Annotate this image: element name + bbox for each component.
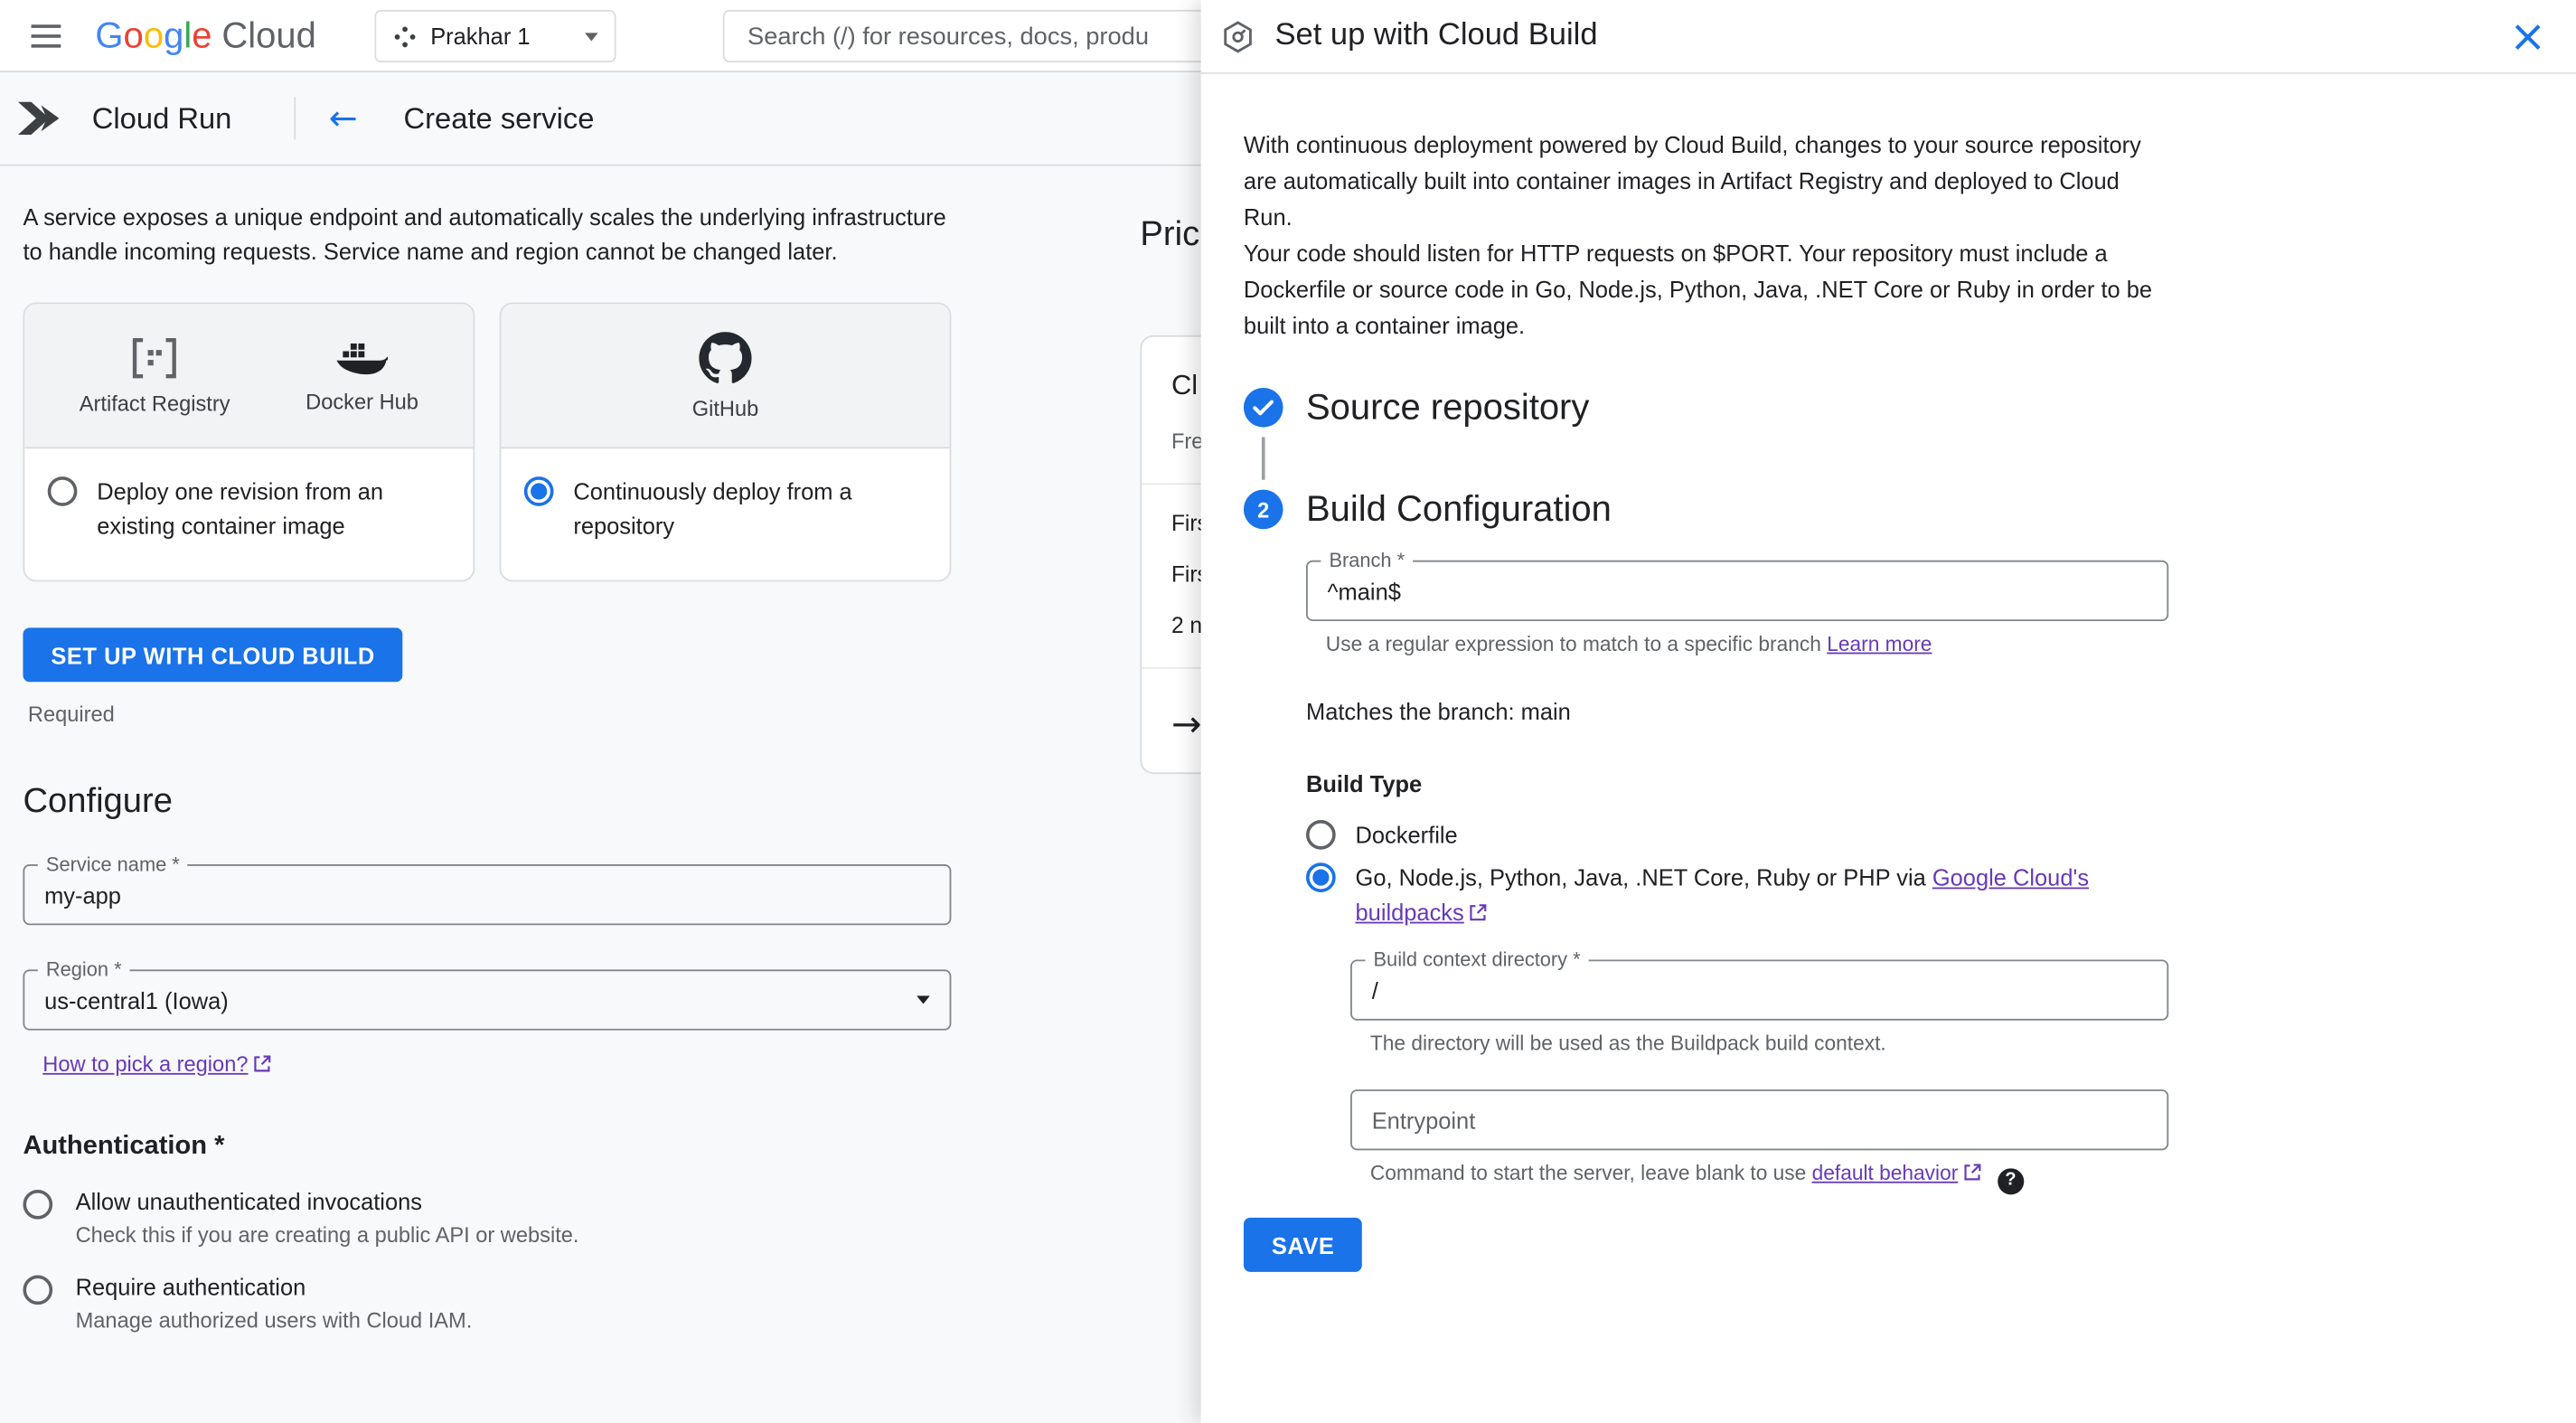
- continuous-deploy-radio[interactable]: [523, 476, 554, 506]
- buildpacks-radio[interactable]: [1305, 862, 1336, 892]
- auth-option-label[interactable]: Require authentication: [76, 1274, 473, 1300]
- matches-branch-text: Matches the branch: main: [1305, 698, 1571, 725]
- dockerfile-radio[interactable]: [1305, 819, 1336, 850]
- docker-hub-icon: [337, 343, 389, 375]
- allow-unauthenticated-radio[interactable]: [23, 1189, 53, 1220]
- required-note: Required: [27, 702, 115, 727]
- service-name-field: Service name *: [23, 851, 952, 926]
- continuous-deploy-card: GitHub Continuously deploy from a reposi…: [499, 302, 952, 582]
- chevron-down-icon: [585, 32, 598, 41]
- region-select[interactable]: us-central1 (Iowa): [23, 969, 952, 1031]
- step2-title: Build Configuration: [1305, 487, 1612, 530]
- branch-field: Branch *: [1305, 547, 2169, 622]
- build-type-dockerfile: Dockerfile: [1305, 818, 2534, 853]
- external-link-icon: [254, 1055, 271, 1072]
- branch-input[interactable]: [1305, 560, 2169, 622]
- service-name-label: Service name *: [37, 851, 188, 878]
- back-arrow-icon[interactable]: ←: [329, 99, 358, 138]
- auth-option-description: Check this if you are creating a public …: [75, 1222, 579, 1248]
- help-icon[interactable]: ?: [1997, 1167, 2024, 1194]
- entrypoint-field: [1350, 1089, 2169, 1151]
- build-context-field: Build context directory *: [1350, 946, 2169, 1021]
- page-title: Create service: [403, 100, 595, 135]
- build-type-buildpacks: Go, Node.js, Python, Java, .NET Core, Ru…: [1305, 861, 2534, 929]
- intro-text: A service exposes a unique endpoint and …: [23, 203, 946, 265]
- existing-image-option-label[interactable]: Deploy one revision from an existing con…: [97, 475, 450, 543]
- step2-number-badge: 2: [1243, 489, 1283, 530]
- project-picker[interactable]: Prakhar 1: [374, 9, 616, 63]
- save-button[interactable]: SAVE: [1243, 1217, 1363, 1272]
- step-source-repository: Source repository: [1243, 386, 2534, 429]
- continuous-deploy-option-label[interactable]: Continuously deploy from a repository: [573, 475, 926, 543]
- auth-option-require: Require authentication Manage authorized…: [23, 1274, 1126, 1333]
- cloud-build-icon: [1224, 20, 1252, 52]
- authentication-heading: Authentication *: [23, 1132, 225, 1161]
- branch-helper: Use a regular expression to match to a s…: [1325, 632, 1932, 656]
- cloud-build-panel: Set up with Cloud Build × With continuou…: [1200, 0, 2576, 1423]
- setup-cloud-build-button[interactable]: SET UP WITH CLOUD BUILD: [23, 627, 403, 683]
- branch-label: Branch *: [1321, 547, 1414, 574]
- existing-image-radio[interactable]: [47, 476, 78, 506]
- auth-option-label[interactable]: Allow unauthenticated invocations: [76, 1188, 579, 1214]
- main-menu-button[interactable]: [14, 3, 80, 69]
- require-authentication-radio[interactable]: [23, 1275, 53, 1305]
- close-panel-button[interactable]: ×: [2509, 14, 2546, 58]
- build-context-helper: The directory will be used as the Buildp…: [1369, 1032, 1886, 1055]
- artifact-registry-icon: [133, 337, 177, 378]
- panel-intro-1: With continuous deployment powered by Cl…: [1243, 131, 2141, 231]
- project-name: Prakhar 1: [430, 23, 531, 50]
- region-field: Region * us-central1 (Iowa): [23, 956, 952, 1031]
- configure-heading: Configure: [23, 782, 173, 820]
- existing-image-card: Artifact Registry Docker Hub Deploy one …: [23, 302, 475, 582]
- panel-intro-2: Your code should listen for HTTP request…: [1243, 240, 2153, 339]
- divider: [294, 97, 296, 140]
- region-label: Region *: [37, 956, 130, 983]
- menu-icon: [31, 24, 61, 27]
- chevron-down-icon: [917, 995, 930, 1004]
- docker-hub-label: Docker Hub: [306, 389, 418, 415]
- logo-cloud-text: Cloud: [221, 14, 316, 55]
- entrypoint-input[interactable]: [1350, 1089, 2169, 1151]
- create-service-form: A service exposes a unique endpoint and …: [0, 166, 1150, 1333]
- region-value: us-central1 (Iowa): [44, 986, 229, 1013]
- project-icon: [394, 25, 416, 47]
- artifact-registry-label: Artifact Registry: [79, 390, 230, 415]
- step-build-configuration: 2 Build Configuration: [1243, 487, 2534, 531]
- github-icon: [699, 331, 752, 382]
- screen: Google Cloud Prakhar 1 Cloud Run ← Creat…: [0, 0, 2576, 1423]
- build-type-label: Build Type: [1305, 770, 1423, 797]
- github-label: GitHub: [691, 395, 759, 420]
- auth-option-unauthenticated: Allow unauthenticated invocations Check …: [23, 1188, 1126, 1248]
- build-context-label: Build context directory *: [1365, 946, 1589, 974]
- cloud-run-icon: [17, 101, 60, 136]
- buildpacks-label[interactable]: Go, Node.js, Python, Java, .NET Core, Ru…: [1356, 861, 2092, 929]
- product-name[interactable]: Cloud Run: [92, 101, 232, 136]
- panel-title: Set up with Cloud Build: [1274, 17, 1598, 53]
- step1-title: Source repository: [1305, 386, 1590, 428]
- google-cloud-logo[interactable]: Google Cloud: [95, 14, 315, 56]
- auth-option-description: Manage authorized users with Cloud IAM.: [75, 1307, 473, 1333]
- deploy-source-cards: Artifact Registry Docker Hub Deploy one …: [23, 302, 1126, 582]
- dockerfile-label[interactable]: Dockerfile: [1356, 818, 1458, 853]
- external-link-icon: [1964, 1164, 1981, 1181]
- step-connector: [1261, 437, 1265, 480]
- entrypoint-helper: Command to start the server, leave blank…: [1370, 1160, 2534, 1194]
- logo-google-text: Google: [95, 14, 212, 55]
- region-help-link[interactable]: How to pick a region?: [42, 1051, 271, 1077]
- external-link-icon: [1470, 904, 1487, 921]
- default-behavior-link[interactable]: default behavior: [1812, 1162, 1981, 1184]
- step-complete-check-icon: [1243, 387, 1283, 428]
- learn-more-link[interactable]: Learn more: [1827, 633, 1932, 655]
